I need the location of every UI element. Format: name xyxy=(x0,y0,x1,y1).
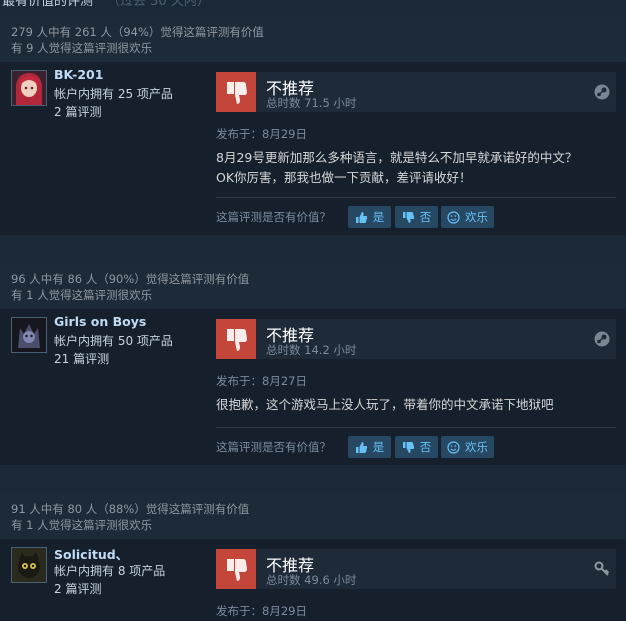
vote-header[interactable]: 不推荐 总时数 71.5 小时 xyxy=(216,72,616,112)
vote-no-label: 否 xyxy=(419,440,432,454)
review-content: 8月29号更新加那么多种语言，就是特么不加早就承诺好的中文？ OK你厉害，那我也… xyxy=(216,148,606,188)
author-products[interactable]: 帐户内拥有 50 项产品 xyxy=(54,332,173,349)
vote-yes-label: 是 xyxy=(372,210,385,224)
steam-icon xyxy=(594,331,610,347)
section-subtitle: （过去 30 天内） xyxy=(107,0,210,9)
review-stats: 96 人中有 86 人（90%）觉得这篇评测有价值 有 1 人觉得这篇评测很欢乐 xyxy=(0,263,626,309)
posted-date: 发布于：8月29日 xyxy=(216,604,307,618)
review-content-line: 很抱歉，这个游戏马上没人玩了，带着你的中文承诺下地狱吧 xyxy=(216,397,554,412)
thumbs-down-icon xyxy=(216,549,256,589)
review-content: 很抱歉，这个游戏马上没人玩了，带着你的中文承诺下地狱吧 xyxy=(216,395,606,415)
avatar[interactable] xyxy=(11,317,47,353)
author-products[interactable]: 帐户内拥有 25 项产品 xyxy=(54,85,173,102)
avatar[interactable] xyxy=(11,547,47,583)
author-name[interactable]: Girls on Boys xyxy=(54,314,146,329)
playtime-hours: 总时数 49.6 小时 xyxy=(266,573,357,587)
divider xyxy=(216,427,616,428)
posted-date: 发布于：8月29日 xyxy=(216,127,307,141)
avatar[interactable] xyxy=(11,70,47,106)
section-title: 最有价值的评测 （过去 30 天内） xyxy=(2,0,210,9)
vote-yes-label: 是 xyxy=(372,440,385,454)
vote-yes-button[interactable]: 是 xyxy=(348,206,391,228)
smiley-icon xyxy=(447,210,460,224)
review-stats: 279 人中有 261 人（94%）觉得这篇评测有价值 有 9 人觉得这篇评测很… xyxy=(0,16,626,62)
thumbs-up-icon xyxy=(355,441,367,453)
review-content-line: OK你厉害，那我也做一下贡献，差评请收好！ xyxy=(216,170,472,185)
author-name[interactable]: Solicitud、 xyxy=(54,544,128,563)
vote-funny-label: 欢乐 xyxy=(465,210,488,224)
vote-no-button[interactable]: 否 xyxy=(395,436,438,458)
thumbs-down-icon xyxy=(216,319,256,359)
author-name[interactable]: BK-201 xyxy=(54,67,103,82)
author-review-count[interactable]: 2 篇评测 xyxy=(54,103,101,120)
author-review-count[interactable]: 21 篇评测 xyxy=(54,350,109,367)
posted-date: 发布于：8月27日 xyxy=(216,374,307,388)
smiley-icon xyxy=(447,440,460,454)
thumbs-down-small-icon xyxy=(402,211,414,223)
vote-yes-button[interactable]: 是 xyxy=(348,436,391,458)
section-header: 最有价值的评测 （过去 30 天内） xyxy=(0,0,626,10)
helpful-stats: 279 人中有 261 人（94%）觉得这篇评测有价值 xyxy=(11,25,264,39)
vote-funny-label: 欢乐 xyxy=(465,440,488,454)
helpful-question: 这篇评测是否有价值？ xyxy=(216,210,331,224)
helpful-stats: 96 人中有 86 人（90%）觉得这篇评测有价值 xyxy=(11,272,250,286)
key-icon xyxy=(594,561,610,577)
author-review-count[interactable]: 2 篇评测 xyxy=(54,580,101,597)
helpful-question: 这篇评测是否有价值？ xyxy=(216,440,331,454)
review-card: 91 人中有 80 人（88%）觉得这篇评测有价值 有 1 人觉得这篇评测很欢乐… xyxy=(0,493,626,621)
thumbs-down-small-icon xyxy=(402,441,414,453)
divider xyxy=(216,197,616,198)
helpful-stats: 91 人中有 80 人（88%）觉得这篇评测有价值 xyxy=(11,502,250,516)
thumbs-up-icon xyxy=(355,211,367,223)
review-card: 279 人中有 261 人（94%）觉得这篇评测有价值 有 9 人觉得这篇评测很… xyxy=(0,16,626,235)
review-card: 96 人中有 86 人（90%）觉得这篇评测有价值 有 1 人觉得这篇评测很欢乐… xyxy=(0,263,626,465)
vote-no-label: 否 xyxy=(419,210,432,224)
playtime-hours: 总时数 14.2 小时 xyxy=(266,343,357,357)
funny-stats: 有 1 人觉得这篇评测很欢乐 xyxy=(11,288,153,302)
vote-funny-button[interactable]: 欢乐 xyxy=(441,436,494,458)
review-stats: 91 人中有 80 人（88%）觉得这篇评测有价值 有 1 人觉得这篇评测很欢乐 xyxy=(0,493,626,539)
funny-stats: 有 1 人觉得这篇评测很欢乐 xyxy=(11,518,153,532)
vote-no-button[interactable]: 否 xyxy=(395,206,438,228)
funny-stats: 有 9 人觉得这篇评测很欢乐 xyxy=(11,41,153,55)
review-content-line: 8月29号更新加那么多种语言，就是特么不加早就承诺好的中文？ xyxy=(216,150,578,165)
vote-header[interactable]: 不推荐 总时数 14.2 小时 xyxy=(216,319,616,359)
vote-header[interactable]: 不推荐 总时数 49.6 小时 xyxy=(216,549,616,589)
thumbs-down-icon xyxy=(216,72,256,112)
steam-icon xyxy=(594,84,610,100)
author-products[interactable]: 帐户内拥有 8 项产品 xyxy=(54,562,165,579)
vote-funny-button[interactable]: 欢乐 xyxy=(441,206,494,228)
playtime-hours: 总时数 71.5 小时 xyxy=(266,96,357,110)
